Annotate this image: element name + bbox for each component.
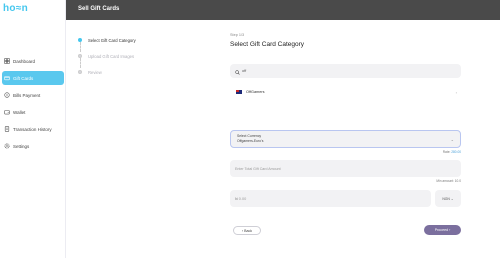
progress-stepper: Select Gift Card Category Upload Gift Ca…	[78, 32, 148, 80]
sidebar-item-label: Settings	[13, 143, 30, 149]
search-icon	[235, 62, 240, 80]
back-button[interactable]: ‹ Back	[233, 226, 261, 235]
main-content: Step 1/3 Select Gift Card Category	[230, 30, 462, 48]
app-root: ho≈n Dashboard Gift Cards Bills Payment	[0, 0, 500, 258]
gift-card-icon	[4, 75, 10, 81]
search-input[interactable]: off	[230, 64, 461, 78]
step-review: Review	[78, 64, 148, 80]
dashboard-icon	[4, 58, 10, 64]
section-title: Select Gift Card Category	[230, 41, 305, 48]
step-upload-images: Upload Gift Card Images	[78, 48, 148, 68]
sidebar-item-gift-cards[interactable]: Gift Cards	[2, 71, 64, 85]
min-amount-value: 10.0	[454, 179, 461, 183]
step-label: Review	[88, 69, 102, 75]
step-indicator-icon	[78, 70, 82, 74]
chevron-right-icon: ›	[455, 90, 457, 95]
result-label: OffGamers	[246, 90, 265, 94]
top-header: Sell Gift Cards	[66, 0, 500, 20]
search-result-item[interactable]: OffGamers ›	[230, 86, 461, 98]
step-label: Select Gift Card Category	[88, 37, 136, 43]
rate-info: Rate: 280.00	[230, 150, 461, 154]
sidebar-item-label: Gift Cards	[13, 75, 34, 81]
rate-prefix: Rate:	[442, 150, 451, 154]
step-counter: Step 1/3	[230, 33, 245, 37]
min-amount-info: Min amount: 10.0	[230, 179, 461, 183]
gear-icon	[4, 143, 10, 149]
payout-row: ₦ 0.00 NGN ⌄	[230, 190, 461, 207]
wallet-icon	[4, 109, 10, 115]
amount-placeholder: Enter Total Gift Card Amount	[235, 166, 281, 171]
sidebar-item-dashboard[interactable]: Dashboard	[2, 54, 64, 68]
step-label: Upload Gift Card Images	[88, 53, 135, 59]
payout-amount-field[interactable]: ₦ 0.00	[230, 190, 431, 207]
currency-select-label: Select Currency	[237, 134, 262, 138]
app-logo[interactable]: ho≈n	[3, 3, 28, 14]
sidebar-item-label: Wallet	[13, 109, 26, 115]
chevron-down-icon: ⌄	[450, 137, 454, 142]
bills-icon	[4, 92, 10, 98]
proceed-button[interactable]: Proceed ›	[424, 225, 461, 235]
step-select-category: Select Gift Card Category	[78, 32, 148, 52]
currency-select[interactable]: Select Currency Offgamers-Euro's ⌄	[230, 130, 461, 148]
payout-placeholder: ₦ 0.00	[235, 196, 247, 201]
page-title: Sell Gift Cards	[78, 6, 120, 12]
payout-currency-select[interactable]: NGN ⌄	[435, 190, 461, 207]
sidebar-nav: Dashboard Gift Cards Bills Payment Walle…	[0, 54, 66, 156]
sidebar-item-bills-payment[interactable]: Bills Payment	[2, 88, 64, 102]
sidebar-item-label: Dashboard	[13, 58, 36, 64]
sidebar-item-wallet[interactable]: Wallet	[2, 105, 64, 119]
history-icon	[4, 126, 10, 132]
flag-icon	[236, 90, 242, 94]
sidebar-item-transaction-history[interactable]: Transaction History	[2, 122, 64, 136]
sidebar-item-label: Bills Payment	[13, 92, 41, 98]
rate-value: 280.00	[451, 150, 461, 154]
sidebar-item-settings[interactable]: Settings	[2, 139, 64, 153]
currency-select-value: Offgamers-Euro's	[237, 139, 264, 143]
search-value: off	[242, 69, 247, 73]
min-amount-prefix: Min amount:	[436, 179, 454, 183]
gift-card-amount-field[interactable]: Enter Total Gift Card Amount	[230, 160, 461, 177]
sidebar: ho≈n Dashboard Gift Cards Bills Payment	[0, 0, 66, 258]
sidebar-item-label: Transaction History	[13, 126, 52, 132]
